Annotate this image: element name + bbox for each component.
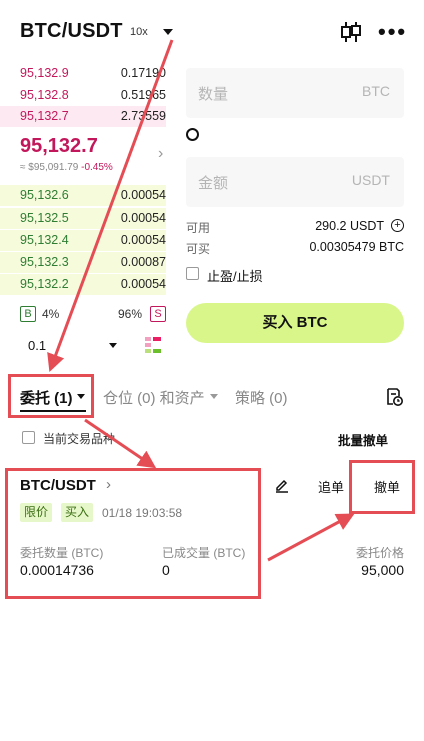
index-price-value: ≈ $95,091.79 [20, 162, 79, 173]
depth-view-icon[interactable] [145, 337, 161, 353]
can-buy-label: 可买 [186, 242, 211, 256]
current-pair-checkbox[interactable] [22, 431, 35, 444]
annotation-box-order-card [5, 468, 261, 599]
leverage-badge[interactable]: 10x [130, 26, 148, 38]
bid-price: 95,132.2 [20, 277, 69, 291]
tpsl-checkbox[interactable] [186, 267, 199, 280]
bid-qty: 0.00054 [120, 277, 166, 291]
ask-qty: 2.73559 [120, 109, 166, 123]
edit-icon[interactable] [274, 477, 290, 493]
buy-ratio-badge: B [20, 306, 36, 322]
order-price-value: 95,000 [361, 562, 404, 578]
amount-input[interactable]: 金额 USDT [186, 157, 404, 207]
ask-row[interactable]: 95,132.7 2.73559 [0, 106, 166, 127]
buy-ratio: 4% [42, 307, 60, 321]
bid-row[interactable]: 95,132.3 0.00087 [0, 252, 166, 273]
bid-row[interactable]: 95,132.6 0.00054 [0, 185, 166, 206]
bid-row[interactable]: 95,132.4 0.00054 [0, 230, 166, 251]
bid-price: 95,132.6 [20, 188, 69, 202]
buy-button[interactable]: 买入 BTC [186, 303, 404, 343]
more-options-icon[interactable]: ••• [378, 21, 407, 43]
tab-strategy[interactable]: 策略 (0) [235, 387, 288, 408]
sell-ratio: 96% [118, 307, 143, 321]
tab-positions[interactable]: 仓位 (0) 和资产 [103, 387, 205, 408]
quantity-input[interactable]: 数量 BTC [186, 68, 404, 118]
bid-price: 95,132.4 [20, 233, 69, 247]
ask-qty: 0.51965 [120, 88, 166, 102]
pair-dropdown-icon[interactable] [163, 29, 173, 35]
bid-qty: 0.00054 [120, 211, 166, 225]
bid-price: 95,132.3 [20, 255, 69, 269]
pair-title[interactable]: BTC/USDT [20, 20, 123, 43]
order-price-label: 委托价格 [355, 546, 404, 560]
ask-row[interactable]: 95,132.8 0.51965 [0, 85, 166, 106]
batch-cancel-button[interactable]: 批量撤单 [338, 430, 388, 449]
quantity-unit: BTC [362, 83, 390, 99]
ask-price: 95,132.7 [20, 109, 69, 123]
bid-qty: 0.00054 [120, 233, 166, 247]
ask-row[interactable]: 95,132.9 0.17190 [0, 63, 166, 84]
tpsl-label: 止盈/止损 [207, 269, 263, 284]
order-history-icon[interactable] [384, 387, 404, 407]
bid-row[interactable]: 95,132.2 0.00054 [0, 274, 166, 295]
available-value: 290.2 USDT [315, 219, 384, 233]
bid-qty: 0.00054 [120, 188, 166, 202]
chevron-right-icon[interactable]: › [158, 145, 163, 163]
quantity-placeholder: 数量 [198, 86, 229, 103]
candlestick-chart-icon[interactable] [340, 20, 362, 44]
can-buy-value: 0.00305479 BTC [309, 240, 404, 254]
amount-unit: USDT [351, 172, 390, 188]
current-pair-label: 当前交易品种 [43, 432, 116, 446]
annotation-box-orders-tab [8, 374, 94, 418]
last-price: 95,132.7 [20, 135, 98, 157]
add-funds-icon[interactable]: + [391, 219, 404, 232]
ask-qty: 0.17190 [120, 66, 166, 80]
ask-price: 95,132.8 [20, 88, 69, 102]
sell-ratio-badge: S [150, 306, 166, 322]
annotation-box-cancel-button [349, 460, 415, 514]
ask-price: 95,132.9 [20, 66, 69, 80]
amount-placeholder: 金额 [198, 175, 229, 192]
positions-dropdown-icon[interactable] [210, 394, 218, 399]
precision-dropdown-icon[interactable] [109, 343, 117, 348]
index-price: ≈ $95,091.79 -0.45% [20, 162, 113, 173]
amount-slider[interactable] [186, 128, 199, 141]
price-change: -0.45% [81, 162, 113, 173]
bid-row[interactable]: 95,132.5 0.00054 [0, 208, 166, 229]
available-label: 可用 [186, 221, 211, 235]
chase-order-button[interactable]: 追单 [318, 477, 344, 496]
precision-select[interactable]: 0.1 [28, 338, 46, 353]
bid-price: 95,132.5 [20, 211, 69, 225]
bid-qty: 0.00087 [120, 255, 166, 269]
